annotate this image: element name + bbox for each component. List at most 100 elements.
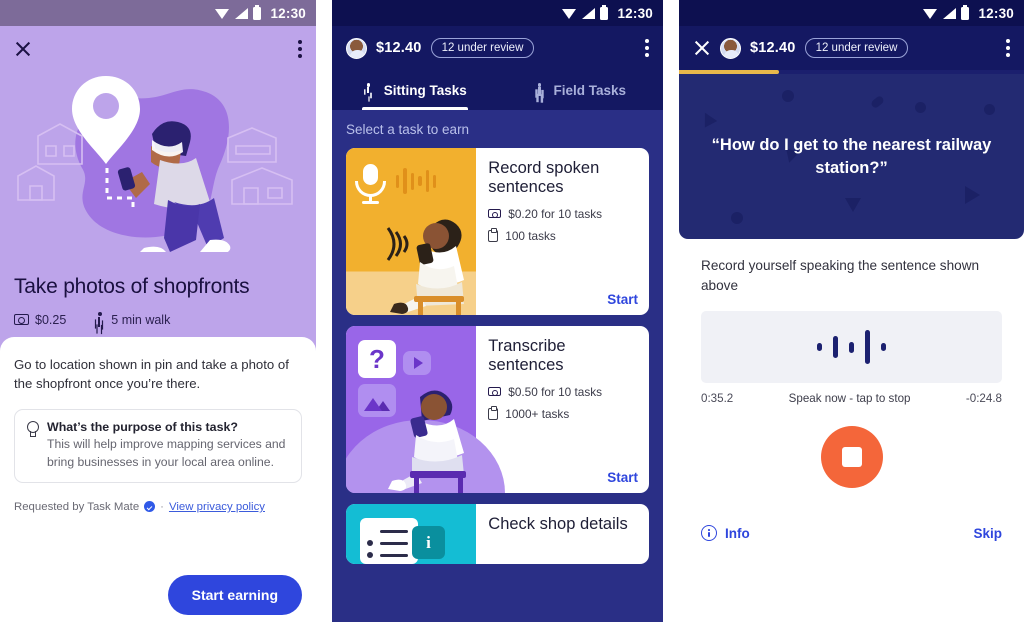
lightbulb-icon bbox=[26, 421, 39, 438]
microphone-base bbox=[362, 201, 379, 204]
battery-icon bbox=[253, 4, 262, 20]
task-card-record-spoken-sentences[interactable]: Record spoken sentences $0.20 for 10 tas… bbox=[346, 148, 649, 315]
task-purpose-card: What’s the purpose of this task? This wi… bbox=[14, 409, 302, 483]
more-options-icon[interactable] bbox=[298, 40, 302, 58]
task-purpose-question: What’s the purpose of this task? bbox=[47, 420, 238, 435]
task-card-pay-value: $0.20 for 10 tasks bbox=[508, 206, 603, 221]
task-meta: $0.25 5 min walk bbox=[14, 312, 170, 327]
task-type-tabs: Sitting Tasks Field Tasks bbox=[332, 70, 663, 110]
wifi-icon bbox=[215, 8, 230, 19]
screenshot-canvas: 12:30 Take photos of shopfronts $0.25 5 … bbox=[0, 0, 1024, 622]
more-options-icon[interactable] bbox=[645, 39, 649, 57]
task-card-title: Record spoken sentences bbox=[488, 159, 600, 197]
play-icon bbox=[403, 351, 431, 375]
clipboard-icon bbox=[488, 228, 499, 242]
task-card-pay-value: $0.50 for 10 tasks bbox=[508, 384, 603, 399]
decor-triangle bbox=[698, 109, 718, 128]
wifi-icon bbox=[562, 8, 577, 19]
decor-pill bbox=[869, 94, 886, 110]
checklist-card bbox=[360, 518, 418, 564]
wifi-icon bbox=[923, 8, 938, 19]
task-title: Take photos of shopfronts bbox=[14, 275, 250, 298]
walking-person-icon bbox=[94, 312, 105, 327]
task-card-title: Check shop details bbox=[488, 515, 628, 533]
status-bar-clock: 12:30 bbox=[978, 5, 1014, 21]
elapsed-time: 0:35.2 bbox=[701, 392, 734, 406]
under-review-badge[interactable]: 12 under review bbox=[804, 38, 909, 58]
decor-dot bbox=[731, 212, 743, 224]
money-icon bbox=[488, 386, 502, 397]
waveform-display bbox=[701, 311, 1002, 384]
recording-hint: Speak now - tap to stop bbox=[788, 392, 911, 406]
task-card-count: 1000+ tasks bbox=[488, 406, 638, 423]
question-mark-icon: ? bbox=[358, 340, 396, 378]
info-button-label: Info bbox=[725, 525, 750, 541]
under-review-badge[interactable]: 12 under review bbox=[430, 38, 535, 58]
decor-dot bbox=[782, 90, 794, 102]
tab-sitting-tasks[interactable]: Sitting Tasks bbox=[332, 70, 498, 110]
task-list: Select a task to earn Record spoken sent… bbox=[332, 110, 663, 622]
shopfront-walking-illustration bbox=[0, 72, 316, 260]
battery-icon bbox=[600, 4, 609, 20]
battery-icon bbox=[961, 4, 970, 20]
clipboard-icon bbox=[488, 406, 499, 420]
money-icon bbox=[488, 208, 502, 219]
more-options-icon[interactable] bbox=[1006, 39, 1010, 57]
task-description: Go to location shown in pin and take a p… bbox=[14, 357, 289, 392]
app-header: $12.40 12 under review Sitting Tasks Fie… bbox=[332, 26, 663, 110]
status-bar: 12:30 bbox=[0, 0, 316, 26]
balance-amount: $12.40 bbox=[376, 40, 422, 56]
task-card-title: Transcribe sentences bbox=[488, 337, 566, 375]
task-card-count: 100 tasks bbox=[488, 228, 638, 245]
task-walk: 5 min walk bbox=[94, 312, 170, 327]
signal-icon bbox=[943, 7, 957, 19]
task-card-start-button[interactable]: Start bbox=[607, 292, 638, 307]
checklist-line bbox=[380, 554, 408, 557]
waveform-bar bbox=[881, 343, 886, 352]
record-instruction: Record yourself speaking the sentence sh… bbox=[701, 258, 980, 293]
transcribe-illustration: ? bbox=[346, 326, 506, 493]
stop-recording-button[interactable] bbox=[820, 426, 883, 489]
verified-badge-icon bbox=[144, 501, 156, 513]
task-card-check-shop-details[interactable]: i Check shop details bbox=[346, 504, 649, 564]
task-pay-value: $0.25 bbox=[35, 312, 67, 327]
question-text: “How do I get to the nearest railway sta… bbox=[711, 136, 992, 177]
task-card-pay: $0.20 for 10 tasks bbox=[488, 207, 638, 223]
privacy-policy-link[interactable]: View privacy policy bbox=[169, 501, 265, 513]
tab-field-tasks[interactable]: Field Tasks bbox=[498, 70, 664, 110]
task-card-start-button[interactable]: Start bbox=[607, 470, 638, 485]
info-button[interactable]: Info bbox=[701, 525, 750, 542]
decor-dot bbox=[984, 104, 995, 115]
task-card-body: Record spoken sentences $0.20 for 10 tas… bbox=[476, 148, 649, 315]
avatar[interactable] bbox=[720, 37, 741, 59]
waveform-bar bbox=[865, 330, 870, 365]
waveform-bar bbox=[817, 343, 822, 352]
task-card-pay: $0.50 for 10 tasks bbox=[488, 385, 638, 401]
phone-screen-record-task: 12:30 $12.40 12 under review “How do I g… bbox=[679, 0, 1024, 622]
task-card-body: Check shop details bbox=[476, 504, 649, 564]
close-icon[interactable] bbox=[14, 40, 32, 58]
record-footer: Info Skip bbox=[701, 525, 1002, 542]
task-card-count-value: 100 tasks bbox=[505, 228, 556, 243]
task-purpose-answer: This will help improve mapping services … bbox=[47, 437, 286, 469]
record-header-row: $12.40 12 under review bbox=[679, 26, 1024, 70]
skip-button[interactable]: Skip bbox=[973, 526, 1002, 541]
status-bar: 12:30 bbox=[332, 0, 663, 26]
tab-sitting-tasks-label: Sitting Tasks bbox=[383, 82, 467, 98]
checklist-line bbox=[380, 530, 408, 533]
task-detail-topbar bbox=[0, 26, 316, 72]
sound-bars-icon bbox=[396, 166, 437, 196]
avatar[interactable] bbox=[346, 37, 367, 59]
status-bar-icons bbox=[215, 4, 262, 20]
task-card-transcribe-sentences[interactable]: ? Transcribe sentences $0.50 for 10 task… bbox=[346, 326, 649, 493]
close-icon[interactable] bbox=[693, 39, 711, 57]
decor-dot bbox=[915, 102, 926, 113]
waveform-bar bbox=[849, 341, 854, 353]
checklist-bullet bbox=[367, 540, 373, 546]
separator: · bbox=[160, 500, 164, 513]
sitting-person-icon bbox=[363, 83, 376, 97]
checklist-line bbox=[380, 542, 408, 545]
phone-screen-task-list: 12:30 $12.40 12 under review Sitting Tas… bbox=[332, 0, 663, 622]
record-header: $12.40 12 under review bbox=[679, 26, 1024, 74]
start-earning-button[interactable]: Start earning bbox=[167, 575, 302, 615]
